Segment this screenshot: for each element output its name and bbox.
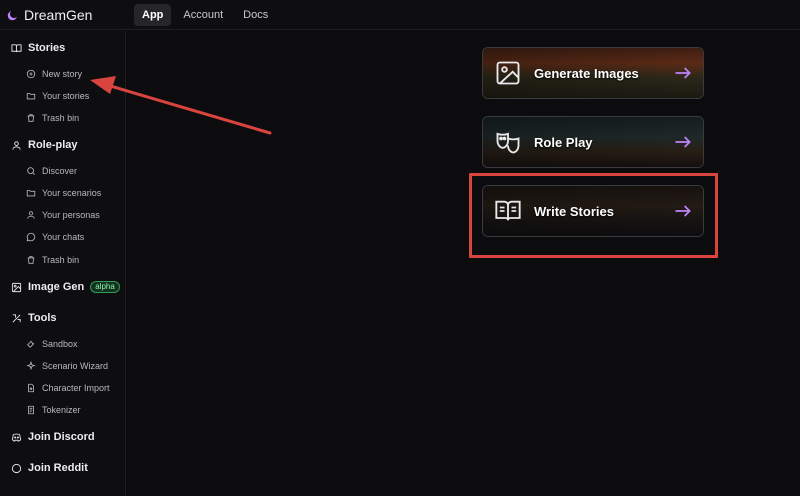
card-label: Role Play [534, 134, 593, 150]
sidebar: Stories New story Your stories Trash bin… [0, 31, 126, 496]
sidebar-section-image-gen[interactable]: Image Gen alpha [11, 281, 120, 293]
book-open-icon [11, 43, 22, 52]
alpha-badge: alpha [90, 281, 120, 293]
sidebar-join-reddit[interactable]: Join Reddit [11, 462, 88, 474]
search-icon [27, 167, 36, 176]
user-icon [12, 140, 21, 150]
arrow-right-icon [675, 67, 691, 79]
sidebar-item-discover[interactable]: Discover [26, 166, 77, 176]
sidebar-section-stories[interactable]: Stories [11, 42, 65, 54]
trash-icon [27, 114, 35, 122]
folder-icon [26, 190, 36, 197]
sidebar-item-character-import[interactable]: Character Import [26, 383, 110, 393]
generate-images-card[interactable]: Generate Images [482, 47, 704, 99]
moon-icon [7, 10, 17, 20]
sidebar-item-your-stories[interactable]: Your stories [26, 91, 89, 101]
reddit-icon [11, 463, 22, 473]
image-icon [493, 58, 523, 88]
sidebar-section-roleplay[interactable]: Role-play [11, 139, 78, 151]
trash-icon [27, 256, 35, 264]
annotation-highlight-box [469, 173, 718, 258]
discord-icon [11, 433, 22, 442]
sidebar-item-new-story[interactable]: New story [26, 69, 82, 79]
tab-account[interactable]: Account [175, 4, 231, 26]
sidebar-item-sandbox[interactable]: Sandbox [26, 339, 78, 349]
sidebar-item-your-chats[interactable]: Your chats [26, 232, 84, 242]
tab-docs[interactable]: Docs [235, 4, 276, 26]
top-bar: DreamGen App Account Docs [0, 0, 800, 30]
sidebar-section-tools[interactable]: Tools [11, 312, 57, 324]
main-nav: App Account Docs [134, 4, 276, 26]
sidebar-item-tokenizer[interactable]: Tokenizer [26, 405, 81, 415]
images-icon [11, 282, 22, 292]
sidebar-item-trash-roleplay[interactable]: Trash bin [26, 255, 79, 265]
sidebar-item-your-personas[interactable]: Your personas [26, 210, 100, 220]
tab-app[interactable]: App [134, 4, 172, 26]
file-import-icon [28, 383, 34, 393]
sparkles-icon [26, 361, 36, 371]
arrow-right-icon [675, 136, 691, 148]
card-label: Generate Images [534, 65, 639, 81]
chat-bubble-icon [26, 232, 36, 242]
document-icon [28, 405, 34, 415]
sidebar-item-trash-stories[interactable]: Trash bin [26, 113, 79, 123]
plus-circle-icon [26, 69, 36, 79]
user-icon [27, 211, 35, 219]
role-play-card[interactable]: Role Play [482, 116, 704, 168]
sidebar-item-your-scenarios[interactable]: Your scenarios [26, 188, 101, 198]
wrench-icon [27, 340, 35, 348]
sidebar-join-discord[interactable]: Join Discord [11, 431, 95, 443]
masks-icon [493, 127, 523, 157]
sidebar-item-scenario-wizard[interactable]: Scenario Wizard [26, 361, 108, 371]
brand-logo[interactable]: DreamGen [6, 4, 92, 26]
tools-icon [12, 313, 21, 322]
brand-name: DreamGen [24, 7, 93, 23]
folder-icon [26, 93, 36, 100]
